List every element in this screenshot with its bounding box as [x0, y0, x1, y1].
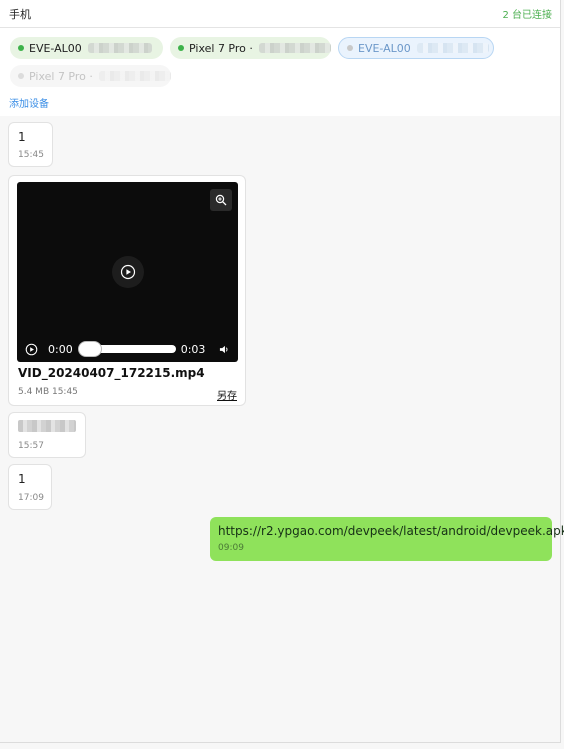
device-header: 手机 2 台已连接 EVE-AL00 Pixel 7 Pro · EVE-AL0… [0, 0, 560, 116]
device-chip-eve-al00-selected[interactable]: EVE-AL00 [338, 37, 494, 59]
duration: 0:03 [180, 342, 206, 356]
message-time: 15:57 [18, 441, 44, 451]
seek-handle[interactable] [77, 341, 102, 357]
redacted-serial [258, 43, 331, 53]
redacted-message-text [18, 420, 76, 432]
volume-button[interactable] [219, 344, 230, 355]
title-bar: 手机 2 台已连接 [0, 0, 560, 28]
offline-status-icon [18, 73, 24, 79]
message-link-text[interactable]: https://r2.ypgao.com/devpeek/latest/andr… [218, 524, 564, 538]
online-status-icon [18, 45, 24, 51]
device-name: Pixel 7 Pro · [29, 69, 93, 83]
message-time: 09:09 [218, 543, 244, 553]
zoom-in-icon [215, 194, 227, 206]
message-bubble[interactable]: 1 17:09 [8, 464, 52, 510]
redacted-serial [416, 43, 489, 53]
device-name: EVE-AL00 [358, 41, 411, 55]
device-chip-eve-al00[interactable]: EVE-AL00 [10, 37, 163, 59]
redacted-serial [87, 43, 152, 53]
video-message-card: 0:00 0:03 VID_20240407_172215.mp4 5.4 MB… [8, 175, 246, 406]
message-bubble[interactable]: 15:57 [8, 412, 86, 458]
message-bubble[interactable]: 1 15:45 [8, 122, 53, 167]
current-time: 0:00 [48, 342, 73, 356]
device-chip-pixel-7-pro-offline[interactable]: Pixel 7 Pro · [10, 65, 171, 87]
online-status-icon [178, 45, 184, 51]
status-dot-icon [347, 45, 353, 51]
device-name: Pixel 7 Pro · [189, 41, 253, 55]
zoom-in-button[interactable] [210, 189, 232, 211]
device-chip-pixel-7-pro[interactable]: Pixel 7 Pro · [170, 37, 331, 59]
page-title: 手机 [9, 7, 31, 21]
device-name: EVE-AL00 [29, 41, 82, 55]
play-circle-icon [120, 264, 136, 280]
file-meta: 5.4 MB 15:45 [18, 387, 78, 397]
message-text: 1 [18, 130, 26, 144]
sent-message-bubble[interactable]: https://r2.ypgao.com/devpeek/latest/andr… [210, 517, 564, 561]
connection-status: 2 台已连接 [502, 10, 552, 21]
play-icon [25, 343, 38, 355]
video-controls: 0:00 0:03 [17, 336, 238, 362]
play-button[interactable] [25, 343, 38, 356]
play-overlay-button[interactable] [112, 256, 144, 288]
message-time: 17:09 [18, 493, 44, 503]
volume-icon [219, 345, 228, 353]
video-player[interactable]: 0:00 0:03 [17, 182, 238, 362]
message-text: 1 [18, 472, 26, 486]
message-time: 15:45 [18, 150, 44, 160]
seek-bar[interactable] [77, 341, 176, 357]
file-name: VID_20240407_172215.mp4 [18, 366, 205, 380]
save-as-button[interactable]: 另存 [217, 387, 237, 402]
add-device-link[interactable]: 添加设备 [9, 95, 49, 110]
redacted-serial [98, 71, 171, 81]
